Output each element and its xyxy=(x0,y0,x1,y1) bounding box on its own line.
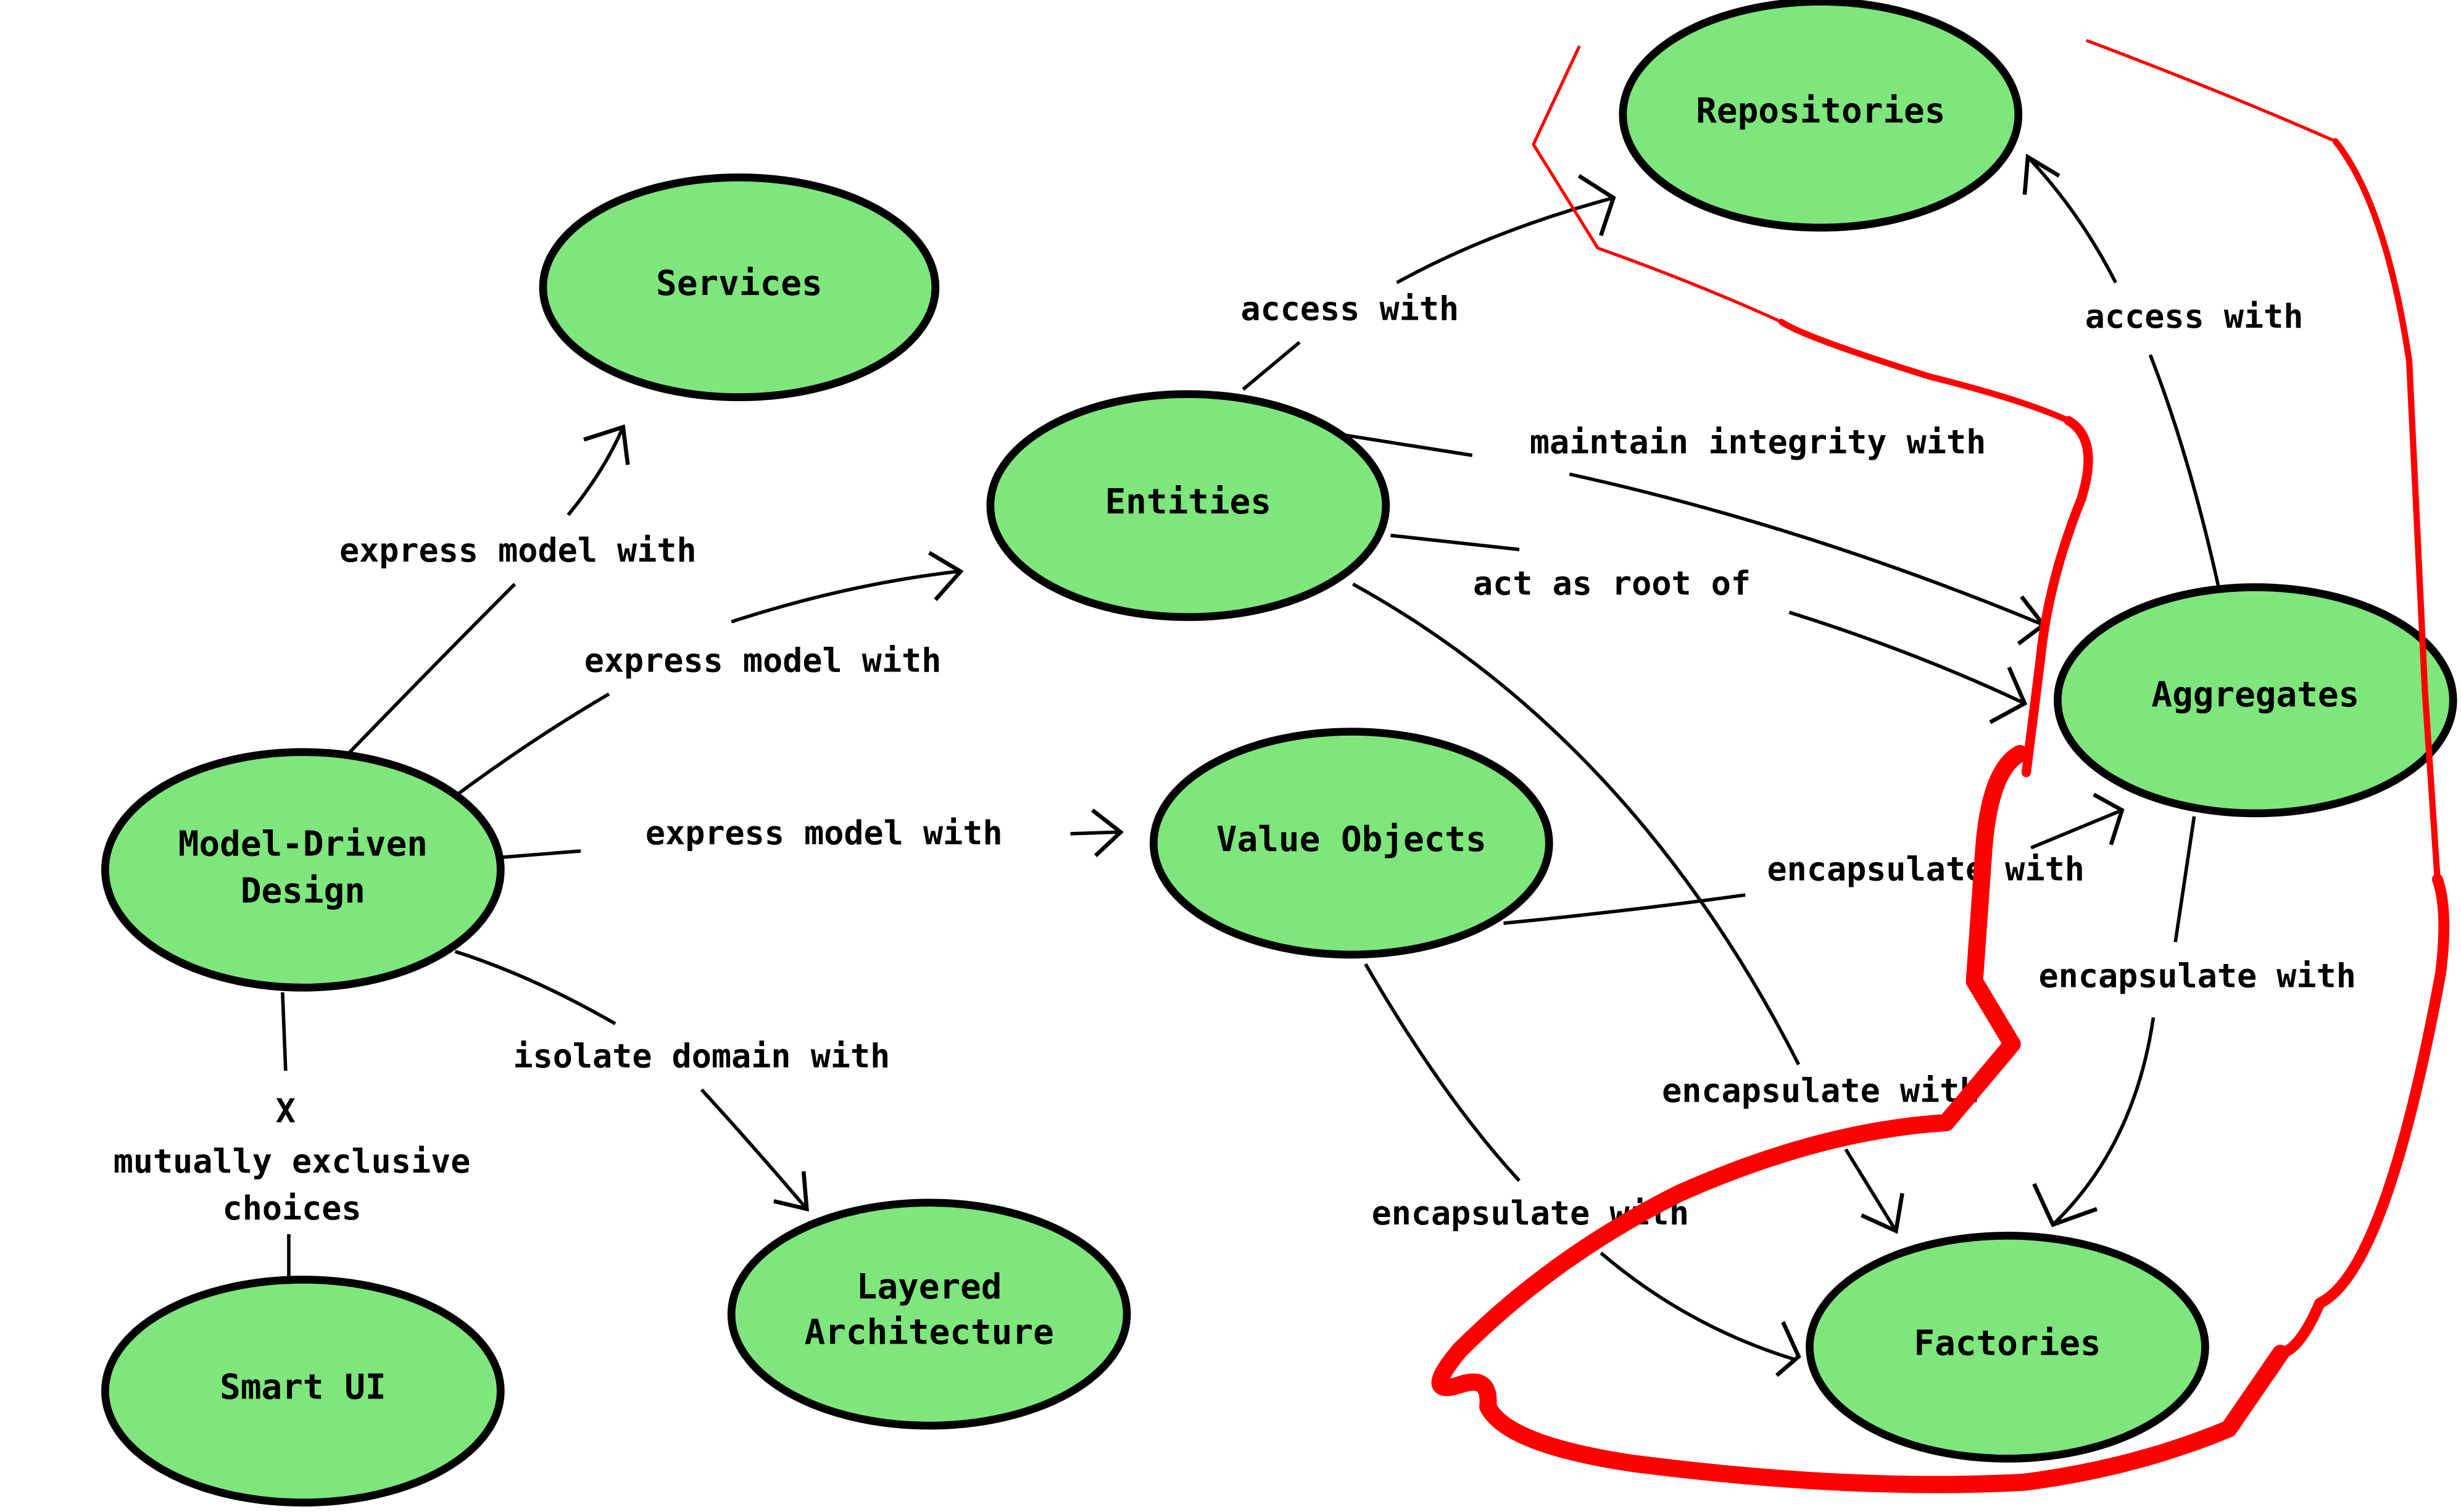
edge-mdd-services: express model with xyxy=(339,424,697,758)
node-label: Factories xyxy=(1914,1323,2101,1363)
edge-mdd-entities: express model with xyxy=(454,550,964,798)
edge-mdd-valueobjects: express model with xyxy=(502,808,1124,859)
edge-label: maintain integrity with xyxy=(1530,423,1986,462)
node-aggregates[interactable]: Aggregates xyxy=(2053,583,2457,818)
node-entities[interactable]: Entities xyxy=(986,390,1390,621)
edge-entities-aggregates-root: act as root of xyxy=(1390,533,2028,725)
ddd-diagram: express model with express model with ex… xyxy=(101,0,2457,1507)
edge-label: choices xyxy=(223,1189,362,1227)
node-label-line-1: Layered xyxy=(857,1267,1002,1307)
edge-label: mutually exclusive xyxy=(114,1142,471,1181)
edge-label: encapsulate with xyxy=(1767,850,2085,889)
edge-label: access with xyxy=(1240,289,1459,328)
node-services[interactable]: Services xyxy=(539,173,940,402)
edge-label: express model with xyxy=(645,813,1003,852)
node-label-line-1: Model-Driven xyxy=(178,824,428,864)
node-factories[interactable]: Factories xyxy=(1806,1231,2209,1463)
edge-mdd-smartui: X mutually exclusive choices xyxy=(114,992,471,1280)
arrowhead-icon xyxy=(1861,1192,1904,1234)
node-label: Aggregates xyxy=(2151,675,2359,715)
edge-entities-aggregates-integrity: maintain integrity with xyxy=(1343,423,2047,646)
edge-valueobjects-aggregates: encapsulate with xyxy=(1503,792,2125,925)
edge-label: express model with xyxy=(339,531,697,570)
edge-mdd-layered: isolate domain with xyxy=(454,950,890,1212)
edge-label: access with xyxy=(2085,297,2304,336)
node-label: Value Objects xyxy=(1216,820,1487,860)
node-label-line-2: Design xyxy=(241,871,365,912)
edge-label-x: X xyxy=(276,1091,296,1130)
node-label: Smart UI xyxy=(220,1368,386,1408)
edge-label: encapsulate with xyxy=(2039,957,2356,995)
node-label: Repositories xyxy=(1696,91,1945,131)
node-label: Services xyxy=(656,264,822,304)
node-repositories[interactable]: Repositories xyxy=(1619,0,2023,232)
node-label-line-2: Architecture xyxy=(805,1313,1054,1353)
edge-label: express model with xyxy=(584,641,942,679)
node-model-driven-design[interactable]: Model-Driven Design xyxy=(101,748,505,992)
node-layered-architecture[interactable]: Layered Architecture xyxy=(727,1198,1131,1430)
node-smart-ui[interactable]: Smart UI xyxy=(101,1276,505,1507)
edge-label: act as root of xyxy=(1473,564,1751,603)
node-label: Entities xyxy=(1105,482,1271,522)
edge-label: encapsulate with xyxy=(1662,1071,1979,1110)
arrowhead-icon xyxy=(1775,1321,1801,1377)
edge-entities-repositories: access with xyxy=(1240,174,1616,391)
arrowhead-icon xyxy=(2032,1182,2098,1227)
edge-label: isolate domain with xyxy=(513,1036,890,1075)
node-value-objects[interactable]: Value Objects xyxy=(1150,728,1553,959)
